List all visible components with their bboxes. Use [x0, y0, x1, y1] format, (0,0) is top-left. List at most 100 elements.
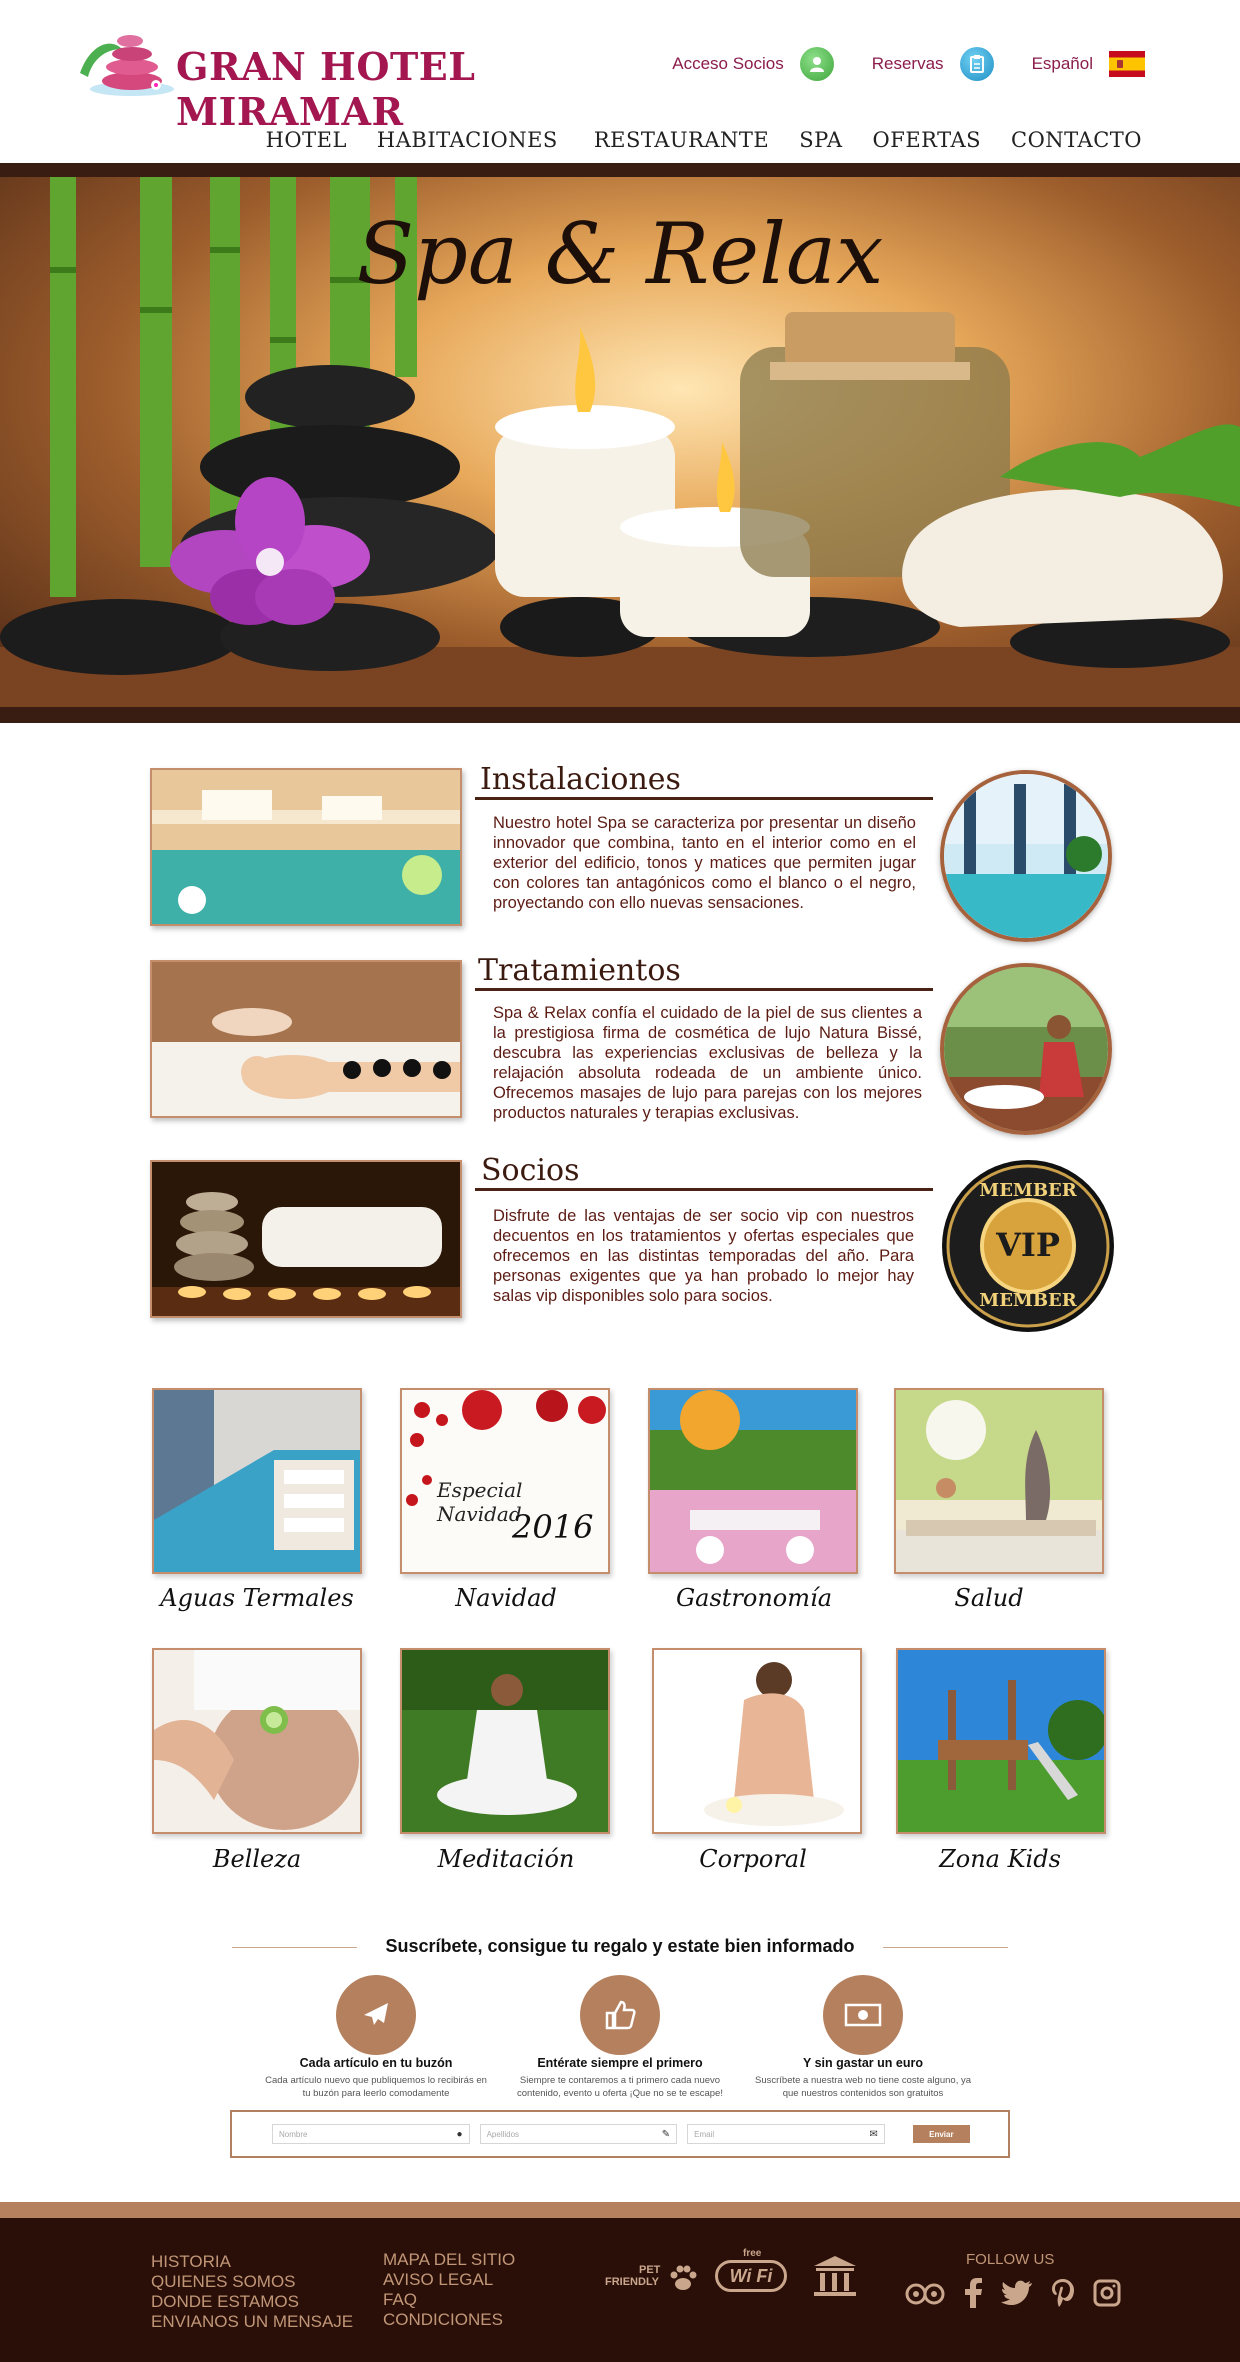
pet-label: PET [639, 2264, 661, 2276]
treatments-divider [475, 988, 933, 991]
nav-offers[interactable]: OFERTAS [873, 128, 981, 152]
subscribe-item-2-desc: Siempre te contaremos a ti primero cada … [517, 2075, 723, 2099]
gallery-caption-health: Salud [954, 1584, 1024, 1612]
name-placeholder: Nombre [279, 2129, 308, 2139]
museum-icon [814, 2256, 856, 2296]
language-selector[interactable]: Español [1032, 51, 1145, 77]
wifi-label: Wi Fi [715, 2260, 787, 2292]
surname-field[interactable]: Apellidos ✎ [479, 2124, 678, 2144]
gallery-thermal-waters[interactable] [152, 1388, 362, 1574]
spain-flag-icon [1109, 51, 1145, 77]
subscribe-item-1-title: Cada artículo en tu buzón [299, 2056, 453, 2070]
footer-link-sitemap[interactable]: MAPA DEL SITIO [383, 2250, 515, 2270]
member-access-link[interactable]: Acceso Socios [672, 47, 834, 81]
gallery-meditation[interactable] [400, 1648, 610, 1834]
gallery-caption-kids-zone: Zona Kids [939, 1845, 1061, 1873]
main-nav: HOTEL HABITACIONES RESTAURANTE SPA OFERT… [266, 128, 1142, 152]
subscribe-item-1-desc: Cada artículo nuevo que publiquemos lo r… [265, 2075, 487, 2099]
footer-link-conditions[interactable]: CONDICIONES [383, 2310, 515, 2330]
christmas-overlay-year: 2016 [512, 1508, 594, 1546]
badge-center-text: VIP [996, 1226, 1060, 1264]
gallery-gastronomy[interactable] [648, 1388, 858, 1574]
members-title: Socios [481, 1153, 580, 1188]
nav-restaurant[interactable]: RESTAURANTE [594, 128, 769, 152]
pet-friendly-badge: PET FRIENDLY [605, 2262, 700, 2302]
members-divider [475, 1188, 933, 1191]
members-text: Disfrute de las ventajas de ser socio vi… [493, 1207, 914, 1305]
reservations-link[interactable]: Reservas [872, 47, 994, 81]
clipboard-icon [959, 47, 994, 81]
subscribe-item-2-title: Entérate siempre el primero [537, 2056, 703, 2070]
facilities-image [150, 768, 462, 926]
send-button[interactable]: Enviar [912, 2125, 970, 2143]
hero-banner: Spa & Relax [0, 163, 1240, 723]
envelope-icon: ✉ [869, 2128, 878, 2140]
hero-image: Spa & Relax [0, 177, 1240, 707]
email-placeholder: Email [694, 2129, 715, 2139]
paw-icon [670, 2265, 697, 2290]
twitter-icon[interactable] [1001, 2278, 1033, 2308]
name-field[interactable]: Nombre ● [272, 2124, 470, 2144]
footer-link-history[interactable]: HISTORIA [151, 2252, 353, 2272]
gallery-caption-christmas: Navidad [455, 1584, 557, 1612]
surname-placeholder: Apellidos [486, 2129, 520, 2139]
treatments-round-image [940, 963, 1112, 1135]
reservations-label: Reservas [871, 54, 944, 73]
footer-link-faq[interactable]: FAQ [383, 2290, 515, 2310]
gallery-caption-beauty: Belleza [212, 1845, 302, 1873]
subscribe-form: Nombre ● Apellidos ✎ Email ✉ Enviar [230, 2110, 1010, 2158]
hero-title: Spa & Relax [356, 205, 884, 303]
nav-rooms[interactable]: HABITACIONES [377, 128, 558, 152]
money-icon [823, 1975, 903, 2055]
stones-logo-icon [80, 35, 174, 96]
footer-link-about[interactable]: QUIENES SOMOS [151, 2272, 353, 2292]
treatments-image [150, 960, 462, 1118]
gallery-caption-body: Corporal [699, 1845, 807, 1873]
vip-member-badge: MEMBER VIP MEMBER [940, 1158, 1116, 1334]
footer-column-1: HISTORIA QUIENES SOMOS DONDE ESTAMOS ENV… [151, 2252, 353, 2332]
footer-link-message[interactable]: ENVIANOS UN MENSAJE [151, 2312, 353, 2332]
nav-contact[interactable]: CONTACTO [1011, 128, 1142, 152]
user-icon: ● [456, 2128, 463, 2140]
footer-link-legal[interactable]: AVISO LEGAL [383, 2270, 515, 2290]
footer-top-band [0, 2202, 1240, 2218]
footer-column-2: MAPA DEL SITIO AVISO LEGAL FAQ CONDICION… [383, 2250, 515, 2330]
social-icons [905, 2278, 1121, 2308]
nav-spa[interactable]: SPA [799, 128, 842, 152]
gallery-kids-zone[interactable] [896, 1648, 1106, 1834]
plane-icon [336, 1975, 416, 2055]
badge-bottom-text: MEMBER [979, 1290, 1077, 1311]
friendly-label: FRIENDLY [605, 2276, 659, 2288]
facebook-icon[interactable] [963, 2278, 983, 2308]
gallery-body[interactable] [652, 1648, 862, 1834]
pencil-icon: ✎ [661, 2128, 671, 2140]
hotel-logo[interactable]: GRAN HOTEL MIRAMAR [70, 22, 590, 134]
member-access-label: Acceso Socios [672, 54, 784, 73]
treatments-text: Spa & Relax confía el cuidado de la piel… [493, 1004, 922, 1122]
tripadvisor-icon[interactable] [905, 2278, 945, 2308]
badge-top-text: MEMBER [979, 1180, 1077, 1201]
footer: HISTORIA QUIENES SOMOS DONDE ESTAMOS ENV… [0, 2218, 1240, 2362]
footer-link-location[interactable]: DONDE ESTAMOS [151, 2292, 353, 2312]
subscribe-item-3-desc: Suscríbete a nuestra web no tiene coste … [755, 2075, 971, 2099]
treatments-title: Tratamientos [478, 953, 681, 988]
gallery-caption-thermal-waters: Aguas Termales [160, 1584, 354, 1612]
top-links: Acceso Socios Reservas Español [672, 44, 1145, 84]
thumbs-up-icon [580, 1975, 660, 2055]
gallery-health[interactable] [894, 1388, 1104, 1574]
members-image [150, 1160, 462, 1318]
nav-hotel[interactable]: HOTEL [266, 128, 347, 152]
language-label: Español [1031, 54, 1093, 73]
gallery-christmas[interactable]: Especial Navidad 2016 [400, 1388, 610, 1574]
wifi-free-label: free [743, 2248, 762, 2259]
facilities-round-image [940, 770, 1112, 942]
follow-us-label: FOLLOW US [966, 2251, 1055, 2268]
email-field[interactable]: Email ✉ [687, 2124, 885, 2144]
pinterest-icon[interactable] [1051, 2278, 1075, 2308]
facilities-title: Instalaciones [480, 762, 681, 797]
gallery-beauty[interactable] [152, 1648, 362, 1834]
facilities-divider [475, 797, 933, 800]
instagram-icon[interactable] [1093, 2278, 1121, 2308]
gallery-caption-gastronomy: Gastronomía [675, 1584, 832, 1612]
logo-text: GRAN HOTEL MIRAMAR [176, 44, 476, 134]
